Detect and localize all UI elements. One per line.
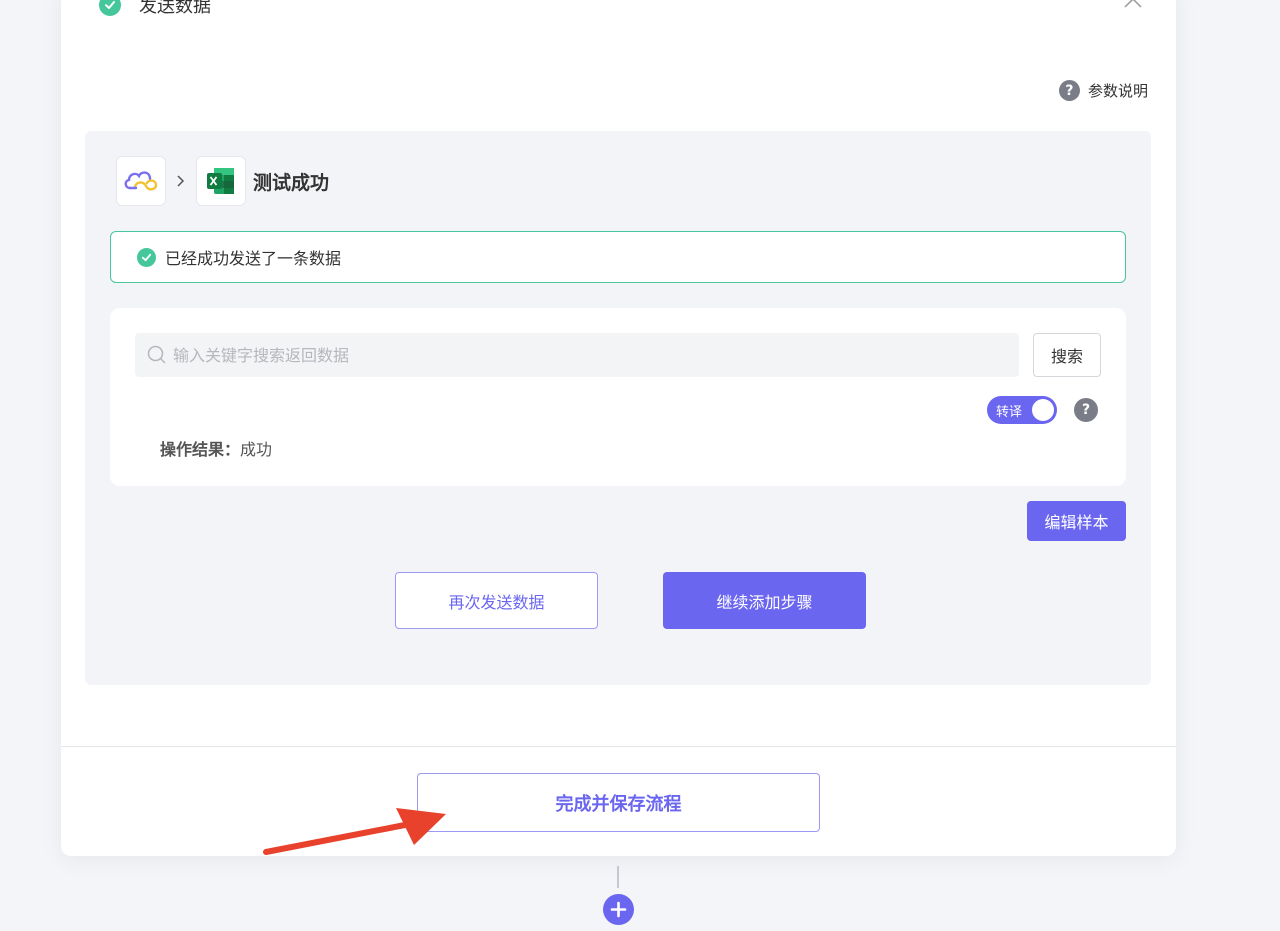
flow-connector-line — [617, 866, 619, 888]
add-step-button[interactable] — [603, 894, 634, 925]
step-header: 发送数据 — [99, 0, 211, 18]
check-circle-icon — [137, 247, 156, 267]
result-key: 操作结果： — [160, 440, 241, 459]
edit-sample-button[interactable]: 编辑样本 — [1027, 501, 1126, 541]
continue-add-step-button[interactable]: 继续添加步骤 — [663, 572, 866, 629]
plus-icon — [610, 901, 627, 918]
check-circle-icon — [99, 0, 121, 16]
chevron-right-icon — [166, 174, 196, 188]
success-message: 已经成功发送了一条数据 — [165, 249, 342, 268]
excel-icon — [207, 168, 234, 194]
step-card: 发送数据 ? 参数说明 测试成功 已经成功发送了一条数据 输入关键字搜索返回数据… — [61, 0, 1176, 856]
search-field[interactable] — [135, 333, 1019, 377]
escape-toggle[interactable]: 转译 — [987, 396, 1057, 424]
footer-divider — [61, 746, 1176, 747]
result-box: 搜索 转译 ? 操作结果：成功 — [110, 308, 1126, 486]
test-result-panel: 测试成功 已经成功发送了一条数据 搜索 转译 ? 操 — [85, 131, 1151, 685]
search-button[interactable]: 搜索 — [1033, 333, 1101, 377]
help-icon: ? — [1058, 80, 1080, 101]
close-icon[interactable] — [1122, 0, 1144, 10]
source-app-logo — [116, 156, 166, 206]
target-app-logo — [196, 156, 246, 206]
toggle-knob — [1032, 399, 1054, 421]
param-help-link[interactable]: ? 参数说明 — [1058, 80, 1148, 101]
operation-result: 操作结果：成功 — [160, 436, 272, 460]
annotation-arrow-icon — [263, 808, 446, 855]
toggle-label: 转译 — [996, 404, 1023, 420]
search-icon — [147, 345, 166, 364]
toggle-help-icon[interactable]: ? — [1074, 398, 1098, 422]
search-input[interactable] — [173, 345, 1013, 365]
cloud-logo-icon — [124, 171, 158, 191]
resend-data-button[interactable]: 再次发送数据 — [395, 572, 598, 629]
app-chain: 测试成功 — [116, 156, 329, 206]
test-status: 测试成功 — [253, 171, 330, 194]
step-title: 发送数据 — [139, 0, 211, 17]
param-help-label: 参数说明 — [1087, 82, 1148, 100]
finish-and-save-button[interactable]: 完成并保存流程 — [417, 773, 820, 832]
result-value: 成功 — [240, 440, 273, 459]
success-banner: 已经成功发送了一条数据 — [110, 231, 1126, 283]
